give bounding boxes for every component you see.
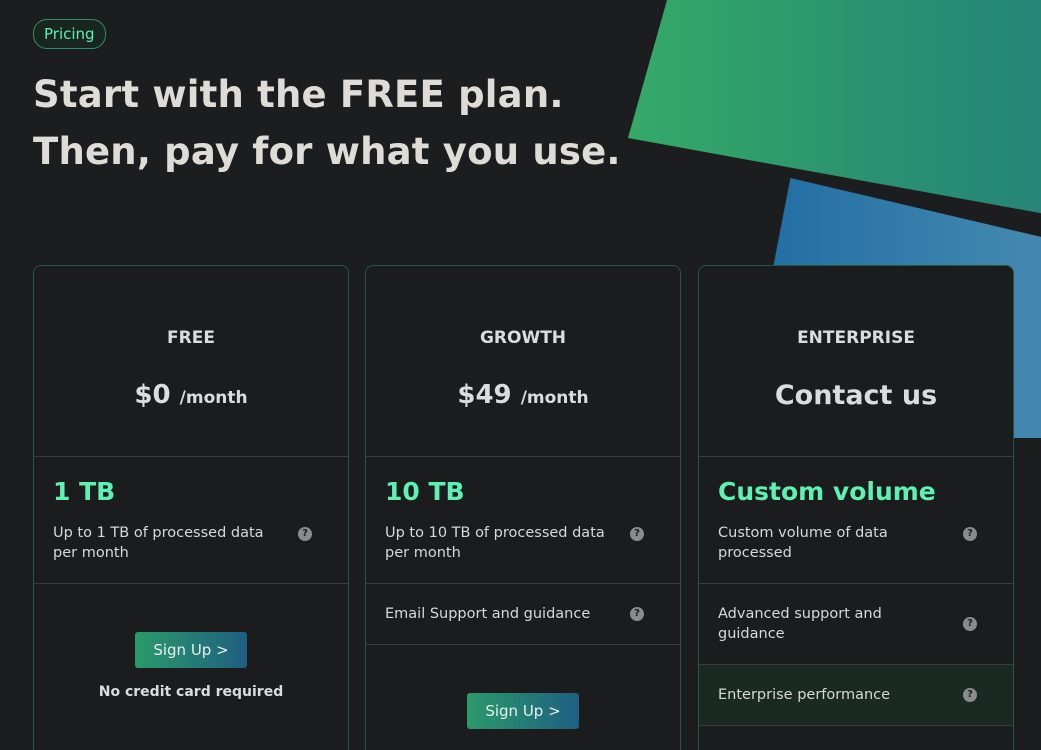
volume-row: Custom volume Custom volume of data proc… [699, 457, 1013, 584]
help-icon[interactable]: ? [963, 617, 977, 631]
feature-text: Email Support and guidance [385, 606, 591, 622]
pricing-badge: Pricing [33, 19, 106, 49]
feature-text: Enterprise performance [718, 687, 891, 703]
plan-header: FREE $0 /month [34, 266, 348, 457]
plan-card-growth: GROWTH $49 /month 10 TB Up to 10 TB of p… [365, 265, 681, 750]
feature-row-email-support: Email Support and guidance ? [366, 584, 680, 645]
plan-price: $0 /month [34, 380, 348, 410]
volume-title: Custom volume [718, 477, 936, 506]
hero-line-1: Start with the FREE plan. [33, 73, 564, 116]
plan-header: GROWTH $49 /month [366, 266, 680, 457]
feature-row-advanced-support: Advanced support and guidance ? [699, 584, 1013, 665]
plan-card-enterprise: ENTERPRISE Contact us Custom volume Cust… [698, 265, 1014, 750]
sign-up-button[interactable]: Sign Up > [135, 632, 247, 668]
volume-title: 10 TB [385, 477, 465, 506]
volume-description: Up to 10 TB of processed data per month [385, 525, 605, 561]
plan-name: ENTERPRISE [797, 328, 915, 348]
help-icon[interactable]: ? [630, 607, 644, 621]
cta-area: Sign Up > [366, 693, 680, 729]
feature-row-enterprise-performance: Enterprise performance ? [699, 665, 1013, 726]
help-icon[interactable]: ? [963, 527, 977, 541]
plan-price: $49 /month [366, 380, 680, 410]
pricing-page: Pricing Start with the FREE plan. Then, … [0, 0, 1041, 750]
help-icon[interactable]: ? [298, 527, 312, 541]
volume-description: Up to 1 TB of processed data per month [53, 525, 264, 561]
help-icon[interactable]: ? [630, 527, 644, 541]
price-amount: $49 [457, 380, 512, 410]
contact-us-label: Contact us [774, 380, 938, 411]
volume-row: 10 TB Up to 10 TB of processed data per … [366, 457, 680, 584]
help-icon[interactable]: ? [963, 688, 977, 702]
hero-line-2: Then, pay for what you use. [33, 130, 621, 173]
volume-description: Custom volume of data processed [718, 525, 888, 561]
price-period: /month [179, 388, 248, 408]
cta-area: Sign Up > No credit card required [34, 632, 348, 700]
no-credit-card-note: No credit card required [98, 684, 284, 700]
volume-title: 1 TB [53, 477, 116, 506]
plan-name: FREE [167, 328, 215, 348]
sign-up-button[interactable]: Sign Up > [467, 693, 579, 729]
volume-row: 1 TB Up to 1 TB of processed data per mo… [34, 457, 348, 584]
hero-heading: Start with the FREE plan. Then, pay for … [33, 66, 621, 180]
price-amount: $0 [134, 380, 171, 410]
plan-header: ENTERPRISE Contact us [699, 266, 1013, 457]
plan-card-free: FREE $0 /month 1 TB Up to 1 TB of proces… [33, 265, 349, 750]
feature-text: Advanced support and guidance [718, 606, 882, 642]
price-period: /month [520, 388, 589, 408]
plan-name: GROWTH [479, 328, 567, 348]
